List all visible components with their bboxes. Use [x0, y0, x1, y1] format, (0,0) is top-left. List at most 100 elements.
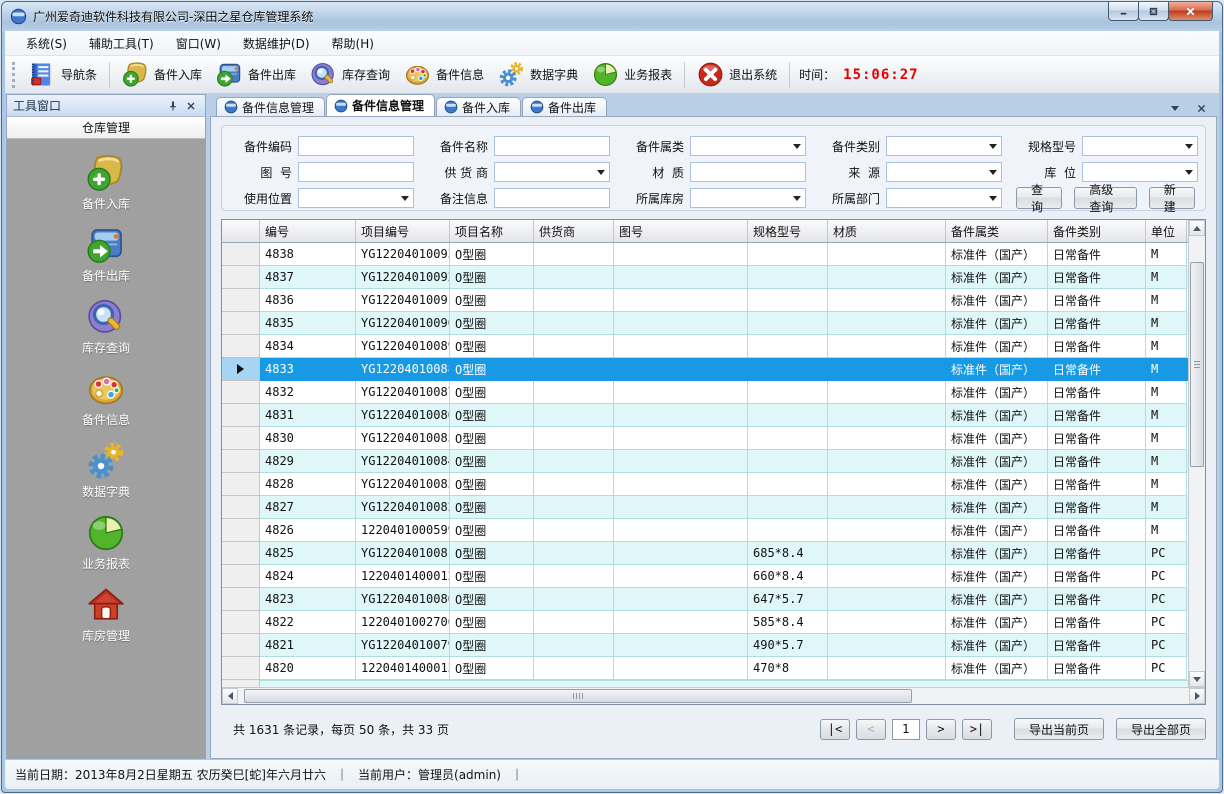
close-button[interactable]: [1168, 2, 1213, 21]
menu-item-0[interactable]: 系统(S): [15, 32, 78, 55]
menu-item-4[interactable]: 帮助(H): [321, 32, 385, 55]
table-row[interactable]: 4833YG12204010088O型圈标准件（国产）日常备件M: [222, 358, 1188, 381]
sidebar-item-4[interactable]: 数据字典: [7, 441, 205, 500]
location-select[interactable]: [1082, 162, 1198, 182]
sidebar-item-0[interactable]: 备件入库: [7, 153, 205, 212]
toolbar-button-7[interactable]: 退出系统: [690, 58, 784, 91]
select-all-cell[interactable]: [222, 220, 260, 242]
part-name-field[interactable]: [494, 136, 610, 156]
table-row[interactable]: 4830YG12204010085O型圈标准件（国产）日常备件M: [222, 427, 1188, 450]
row-indicator: [222, 358, 260, 381]
current-page-field[interactable]: 1: [892, 719, 920, 740]
column-header-10[interactable]: 单位: [1146, 220, 1187, 242]
toolbar-button-1[interactable]: 备件入库: [115, 58, 209, 91]
first-page-button[interactable]: |<: [820, 719, 850, 740]
table-cell: [828, 289, 946, 312]
part-class-select[interactable]: [886, 136, 1002, 156]
table-row[interactable]: 4837YG12204010092O型圈标准件（国产）日常备件M: [222, 266, 1188, 289]
close-icon[interactable]: [183, 98, 199, 114]
tab-2[interactable]: 备件入库: [436, 97, 521, 116]
horizontal-scroll-thumb[interactable]: [244, 689, 912, 703]
supplier-select[interactable]: [494, 162, 610, 182]
table-row[interactable]: 4834YG12204010089O型圈标准件（国产）日常备件M: [222, 335, 1188, 358]
vertical-scroll-thumb[interactable]: [1190, 262, 1204, 467]
scroll-down-icon[interactable]: [1189, 671, 1205, 687]
export-current-page-button[interactable]: 导出当前页: [1014, 718, 1104, 740]
table-row[interactable]: 48221220401002700O型圈585*8.4标准件（国产）日常备件PC: [222, 611, 1188, 634]
next-page-button[interactable]: >: [926, 719, 956, 740]
column-header-5[interactable]: 图号: [614, 220, 748, 242]
scroll-left-icon[interactable]: [222, 688, 238, 704]
remark-field[interactable]: [494, 188, 610, 208]
scroll-right-icon[interactable]: [1189, 688, 1205, 704]
form-field-cell: 来 源: [820, 162, 1016, 182]
drawing-no-field[interactable]: [298, 162, 414, 182]
table-row[interactable]: 4827YG12204010082O型圈标准件（国产）日常备件M: [222, 496, 1188, 519]
menu-item-3[interactable]: 数据维护(D): [232, 32, 321, 55]
table-row[interactable]: 4825YG12204010081O型圈685*8.4标准件（国产）日常备件PC: [222, 542, 1188, 565]
tab-close-icon[interactable]: [1193, 100, 1209, 116]
menu-item-1[interactable]: 辅助工具(T): [78, 32, 165, 55]
tab-3[interactable]: 备件出库: [522, 97, 607, 116]
scroll-up-icon[interactable]: [1189, 220, 1205, 236]
sidebar-group-header[interactable]: 仓库管理: [7, 117, 205, 139]
sidebar-item-5[interactable]: 业务报表: [7, 513, 205, 572]
table-row[interactable]: 4831YG12204010086O型圈标准件（国产）日常备件M: [222, 404, 1188, 427]
table-row[interactable]: 4838YG12204010093O型圈标准件（国产）日常备件M: [222, 243, 1188, 266]
table-row[interactable]: 48241220401400012O型圈660*8.4标准件（国产）日常备件PC: [222, 565, 1188, 588]
tab-list-dropdown-icon[interactable]: [1167, 100, 1183, 116]
table-row[interactable]: 4832YG12204010087O型圈标准件（国产）日常备件M: [222, 381, 1188, 404]
column-header-9[interactable]: 备件类别: [1048, 220, 1146, 242]
toolbar-button-6[interactable]: 业务报表: [585, 58, 679, 91]
sidebar-item-3[interactable]: 备件信息: [7, 369, 205, 428]
spec-model-select[interactable]: [1082, 136, 1198, 156]
menu-item-2[interactable]: 窗口(W): [165, 32, 232, 55]
table-row[interactable]: 4836YG12204010091O型圈标准件（国产）日常备件M: [222, 289, 1188, 312]
source-select-label: 来 源: [820, 164, 880, 181]
advanced-query-button[interactable]: 高级查询: [1074, 187, 1137, 209]
sidebar-item-1[interactable]: 备件出库: [7, 225, 205, 284]
sidebar-item-6[interactable]: 库房管理: [7, 585, 205, 644]
maximize-button[interactable]: [1138, 2, 1169, 21]
table-row[interactable]: 4829YG12204010084O型圈标准件（国产）日常备件M: [222, 450, 1188, 473]
toolbar-button-4[interactable]: 备件信息: [397, 58, 491, 91]
last-page-button[interactable]: >|: [962, 719, 992, 740]
sidebar-item-2[interactable]: 库存查询: [7, 297, 205, 356]
toolbar-button-label: 退出系统: [729, 66, 777, 83]
use-position-select[interactable]: [298, 188, 414, 208]
table-row[interactable]: 4821YG12204010079O型圈490*5.7标准件（国产）日常备件PC: [222, 634, 1188, 657]
export-all-pages-button[interactable]: 导出全部页: [1116, 718, 1206, 740]
column-header-8[interactable]: 备件属类: [946, 220, 1048, 242]
table-row[interactable]: 48261220401000599O型圈标准件（国产）日常备件M: [222, 519, 1188, 542]
tab-1[interactable]: 备件信息管理: [326, 94, 435, 116]
table-row[interactable]: 48201220401400013O型圈470*8标准件（国产）日常备件PC: [222, 657, 1188, 680]
vertical-scrollbar[interactable]: [1188, 220, 1205, 687]
toolbar-grip[interactable]: [12, 62, 15, 88]
table-row[interactable]: 4835YG12204010090O型圈标准件（国产）日常备件M: [222, 312, 1188, 335]
minimize-button[interactable]: [1108, 2, 1139, 21]
part-code-field[interactable]: [298, 136, 414, 156]
table-row[interactable]: 4828YG12204010083O型圈标准件（国产）日常备件M: [222, 473, 1188, 496]
warehouse-select[interactable]: [690, 188, 806, 208]
table-row[interactable]: 4823YG12204010080O型圈647*5.7标准件（国产）日常备件PC: [222, 588, 1188, 611]
department-select[interactable]: [886, 188, 1002, 208]
toolbar-button-3[interactable]: 库存查询: [303, 58, 397, 91]
horizontal-scrollbar[interactable]: [222, 687, 1205, 704]
column-header-3[interactable]: 项目名称: [450, 220, 534, 242]
query-button[interactable]: 查询: [1016, 187, 1062, 209]
part-category-select[interactable]: [690, 136, 806, 156]
toolbar-button-5[interactable]: 数据字典: [491, 58, 585, 91]
material-field[interactable]: [690, 162, 806, 182]
table-cell: [534, 496, 614, 519]
column-header-7[interactable]: 材质: [828, 220, 946, 242]
pin-icon[interactable]: [165, 98, 181, 114]
column-header-2[interactable]: 项目编号: [356, 220, 450, 242]
toolbar-button-2[interactable]: 备件出库: [209, 58, 303, 91]
tab-0[interactable]: 备件信息管理: [216, 97, 325, 116]
toolbar-button-0[interactable]: 导航条: [22, 58, 104, 91]
column-header-4[interactable]: 供货商: [534, 220, 614, 242]
column-header-1[interactable]: 编号: [260, 220, 356, 242]
column-header-6[interactable]: 规格型号: [748, 220, 828, 242]
new-button[interactable]: 新建: [1149, 187, 1195, 209]
source-select[interactable]: [886, 162, 1002, 182]
